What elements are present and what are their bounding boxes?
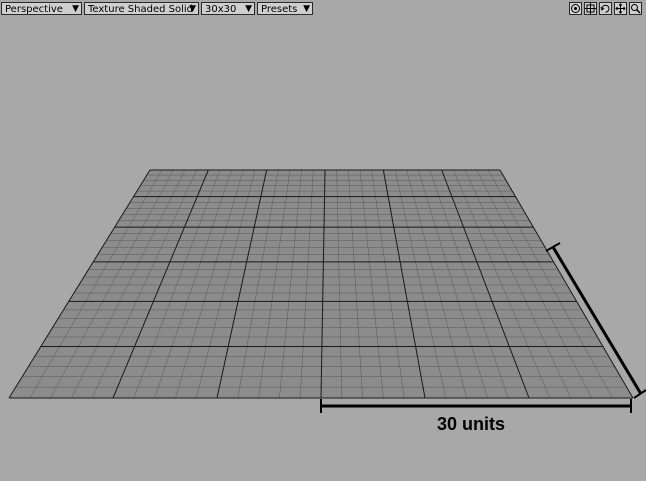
view-mode-label: Perspective <box>5 4 63 15</box>
fit-view-button[interactable] <box>584 2 597 15</box>
center-view-icon <box>571 4 580 13</box>
shading-dropdown[interactable]: Texture Shaded Solid ▼ <box>84 2 199 15</box>
ground-grid-plane <box>8 169 634 399</box>
viewport-toolbar: Perspective ▼ Texture Shaded Solid ▼ 30x… <box>0 0 646 17</box>
pan-view-icon <box>615 3 626 14</box>
dropdown-arrow-icon: ▼ <box>245 4 252 14</box>
presets-dropdown[interactable]: Presets ▼ <box>257 2 313 15</box>
grid-size-dropdown[interactable]: 30x30 ▼ <box>201 2 255 15</box>
center-view-button[interactable] <box>569 2 582 15</box>
dropdown-arrow-icon: ▼ <box>72 4 79 14</box>
pan-view-button[interactable] <box>614 2 627 15</box>
zoom-view-button[interactable] <box>629 2 642 15</box>
presets-label: Presets <box>261 4 298 15</box>
dropdown-arrow-icon: ▼ <box>189 4 196 14</box>
view-controls <box>569 2 642 15</box>
rotate-view-icon <box>600 4 610 13</box>
dimension-label: 30 units <box>437 414 506 434</box>
fit-view-icon <box>585 3 596 14</box>
view-mode-dropdown[interactable]: Perspective ▼ <box>1 2 82 15</box>
perspective-viewport[interactable] <box>0 17 646 481</box>
rotate-view-button[interactable] <box>599 2 612 15</box>
shading-label: Texture Shaded Solid <box>88 4 193 15</box>
zoom-view-icon <box>631 4 641 14</box>
grid-size-label: 30x30 <box>205 4 237 15</box>
grid-fill <box>9 170 633 398</box>
dropdown-arrow-icon: ▼ <box>303 4 310 14</box>
